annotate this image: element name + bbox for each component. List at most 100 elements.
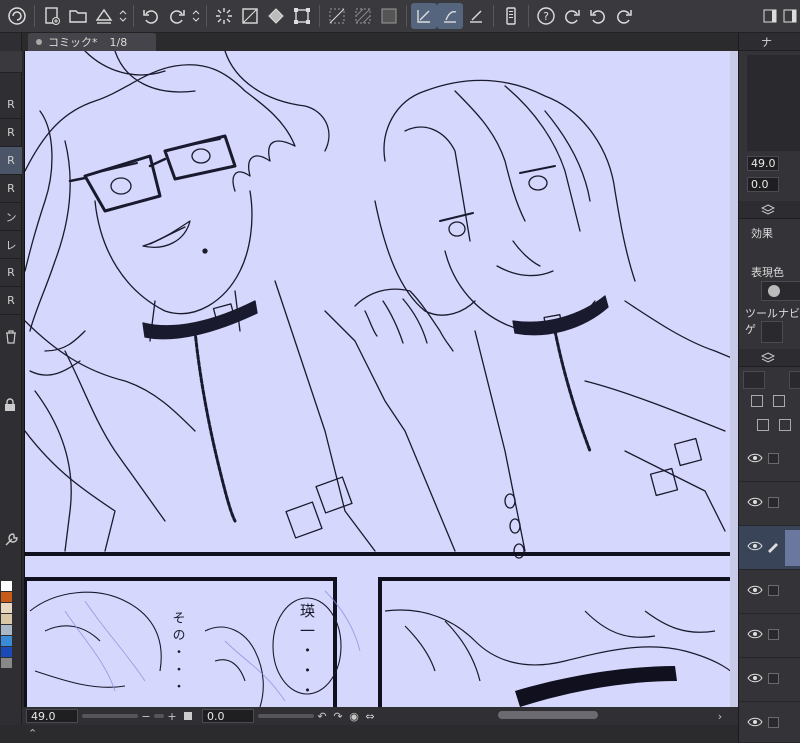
color-swatch[interactable] xyxy=(1,592,12,602)
canvas-status-bar: 49.0 − + 0.0 ↶ ↷ ◉ ⇔ › xyxy=(22,707,738,725)
subtool-item[interactable]: レ xyxy=(0,231,22,259)
opacity-field[interactable] xyxy=(789,371,800,389)
color-swatch[interactable] xyxy=(1,658,12,668)
reset-rotation-icon[interactable]: ◉ xyxy=(346,708,362,724)
selection-border-icon[interactable] xyxy=(376,3,402,29)
pen-icon xyxy=(768,543,778,553)
rotation-slider[interactable] xyxy=(258,714,314,718)
blend-mode-select[interactable] xyxy=(743,371,765,389)
cube-icon[interactable] xyxy=(761,321,783,343)
clear-icon[interactable] xyxy=(211,3,237,29)
panel-toggle-icon[interactable] xyxy=(760,3,780,29)
flip-icon[interactable]: ⇔ xyxy=(362,708,378,724)
wrench-icon[interactable] xyxy=(2,531,20,549)
zoom-slider[interactable] xyxy=(82,714,138,718)
layer-row[interactable] xyxy=(739,614,800,658)
redo-icon[interactable] xyxy=(559,3,585,29)
chevron-updown-icon[interactable] xyxy=(190,3,202,29)
eye-icon[interactable] xyxy=(747,672,763,684)
new-vector-layer-icon[interactable] xyxy=(779,419,791,431)
navigator-rotation-field[interactable]: 0.0 xyxy=(747,177,779,192)
eye-icon[interactable] xyxy=(747,628,763,640)
new-file-icon[interactable] xyxy=(39,3,65,29)
layer-panel-header[interactable] xyxy=(739,349,800,367)
expression-color-select[interactable] xyxy=(761,281,800,301)
layer-row-selected[interactable] xyxy=(739,526,800,570)
chevron-updown-icon[interactable] xyxy=(117,3,129,29)
snap-ruler-icon[interactable] xyxy=(411,3,437,29)
open-folder-icon[interactable] xyxy=(65,3,91,29)
layer-row[interactable] xyxy=(739,438,800,482)
subtool-item[interactable]: R xyxy=(0,287,22,315)
snap-special-ruler-icon[interactable] xyxy=(437,3,463,29)
fill-icon[interactable] xyxy=(237,3,263,29)
undo-icon[interactable] xyxy=(585,3,611,29)
subtool-item[interactable]: R xyxy=(0,175,22,203)
color-swatch[interactable] xyxy=(1,647,12,657)
layer-property-header[interactable] xyxy=(739,201,800,219)
chevron-right-icon[interactable]: › xyxy=(712,708,728,724)
color-swatch[interactable] xyxy=(1,581,12,591)
drawing-canvas[interactable]: そ の ・ ・ ・ 瑛 一 ・ ・ ・ xyxy=(24,51,738,707)
layer-row[interactable] xyxy=(739,702,800,743)
layer-lock-checkbox[interactable] xyxy=(768,717,779,728)
subtool-item-selected[interactable]: R xyxy=(0,147,22,175)
toolbar-divider xyxy=(133,5,134,27)
new-layer-icon[interactable] xyxy=(751,395,763,407)
eye-icon[interactable] xyxy=(747,540,763,552)
eye-icon[interactable] xyxy=(747,496,763,508)
color-swatch[interactable] xyxy=(1,614,12,624)
fit-square-icon[interactable] xyxy=(180,708,196,724)
layer-lock-checkbox[interactable] xyxy=(768,629,779,640)
trash-icon[interactable] xyxy=(3,329,19,345)
invert-selection-icon[interactable] xyxy=(350,3,376,29)
sub-tool-strip: R R R R ン レ R R xyxy=(0,33,22,743)
layer-row[interactable] xyxy=(739,482,800,526)
eye-icon[interactable] xyxy=(747,716,763,728)
app-logo-icon[interactable] xyxy=(4,3,30,29)
rotate-right-icon[interactable]: ↷ xyxy=(330,708,346,724)
save-icon[interactable] xyxy=(91,3,117,29)
deselect-icon[interactable] xyxy=(324,3,350,29)
snap-grid-icon[interactable] xyxy=(463,3,489,29)
new-raster-layer-icon[interactable] xyxy=(757,419,769,431)
layer-lock-checkbox[interactable] xyxy=(768,585,779,596)
zoom-field[interactable]: 49.0 xyxy=(26,709,78,723)
transform-icon[interactable] xyxy=(289,3,315,29)
navigator-zoom-field[interactable]: 49.0 xyxy=(747,156,779,171)
color-swatch[interactable] xyxy=(1,603,12,613)
smartphone-icon[interactable] xyxy=(498,3,524,29)
navigator-header[interactable]: ナ xyxy=(739,33,800,51)
rotation-field[interactable]: 0.0 xyxy=(202,709,254,723)
document-tab-bar: コミック* 1/8 xyxy=(22,33,738,51)
eye-icon[interactable] xyxy=(747,584,763,596)
panel-toggle-icon[interactable] xyxy=(780,3,800,29)
layer-lock-checkbox[interactable] xyxy=(768,453,779,464)
navigator-preview[interactable] xyxy=(747,55,800,151)
subtool-item[interactable]: R xyxy=(0,119,22,147)
help-icon[interactable]: ? xyxy=(533,3,559,29)
subtool-item[interactable]: R xyxy=(0,91,22,119)
subtool-item[interactable]: R xyxy=(0,259,22,287)
lock-icon[interactable] xyxy=(2,397,18,413)
rotate-left-icon[interactable]: ↶ xyxy=(314,708,330,724)
undo-icon[interactable] xyxy=(138,3,164,29)
color-swatch[interactable] xyxy=(1,625,12,635)
collapse-icon[interactable]: ⌃ xyxy=(28,727,37,740)
layer-row[interactable] xyxy=(739,658,800,702)
color-swatch[interactable] xyxy=(1,636,12,646)
layer-lock-checkbox[interactable] xyxy=(768,497,779,508)
zoom-out-button[interactable]: − xyxy=(138,708,154,724)
subtool-item[interactable]: ン xyxy=(0,203,22,231)
zoom-in-button[interactable]: + xyxy=(164,708,180,724)
document-tab[interactable]: コミック* 1/8 xyxy=(28,33,156,51)
paint-bucket-icon[interactable] xyxy=(263,3,289,29)
horizontal-scrollbar[interactable] xyxy=(498,711,598,719)
redo-icon[interactable] xyxy=(164,3,190,29)
new-folder-icon[interactable] xyxy=(773,395,785,407)
layer-lock-checkbox[interactable] xyxy=(768,673,779,684)
layer-row[interactable] xyxy=(739,570,800,614)
redo-icon[interactable] xyxy=(611,3,637,29)
eye-icon[interactable] xyxy=(747,452,763,464)
layers-icon xyxy=(761,203,775,215)
